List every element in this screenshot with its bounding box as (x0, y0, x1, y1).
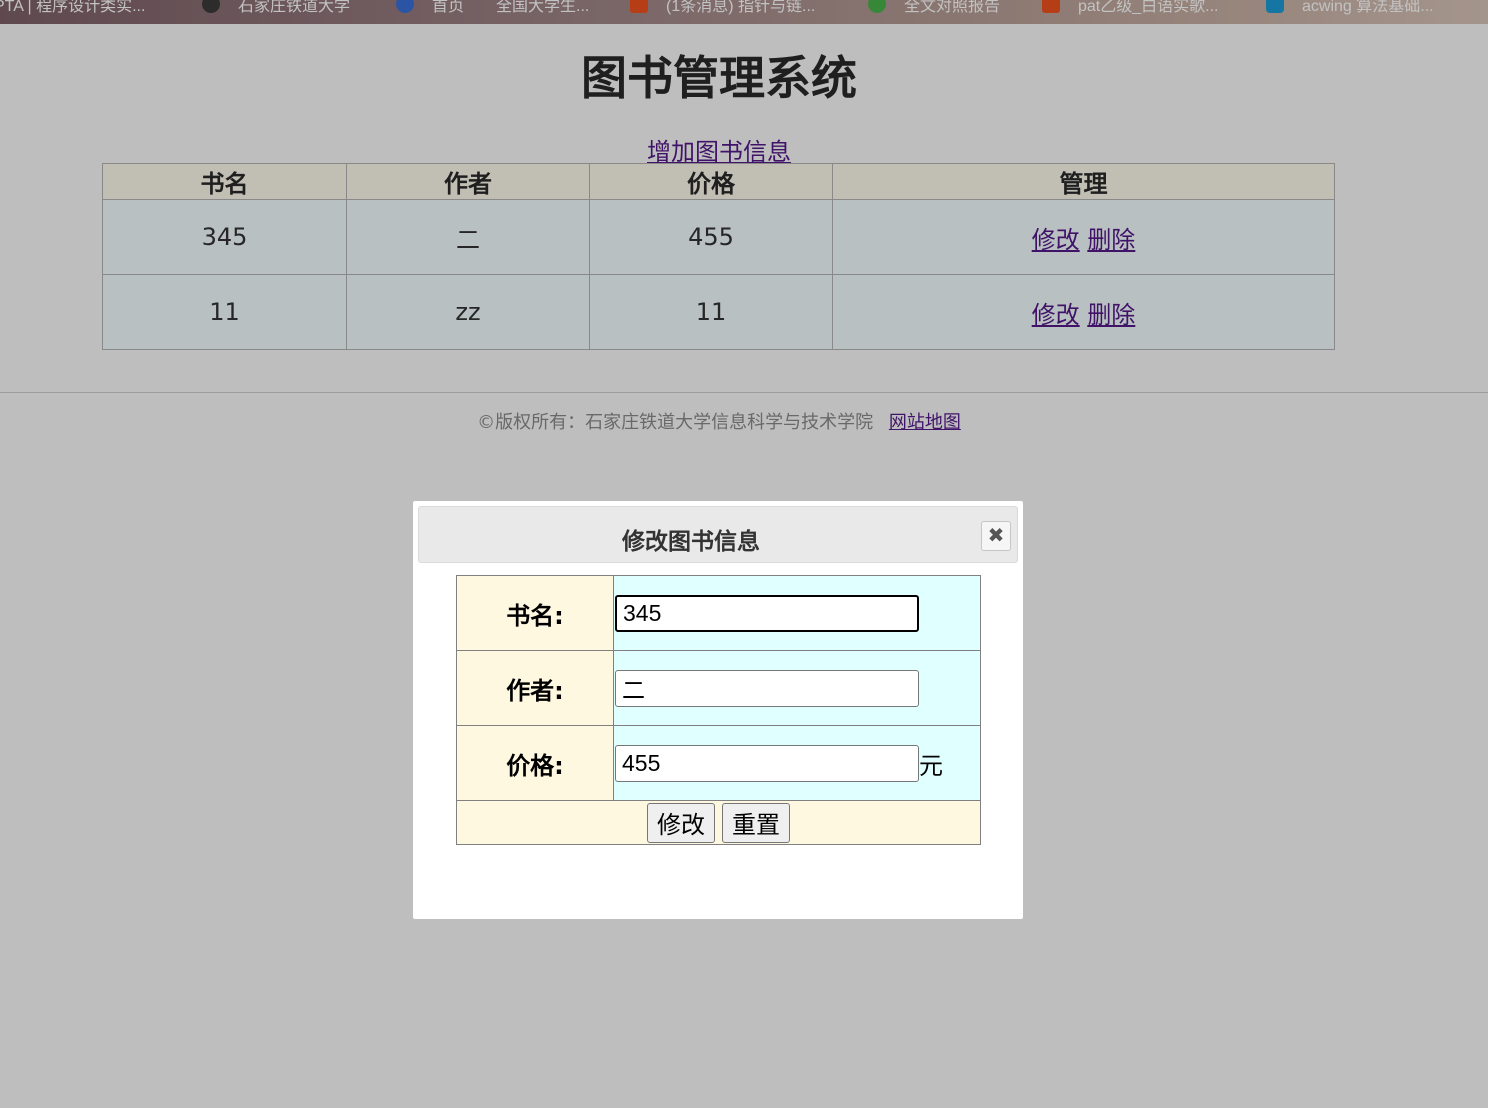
author-input[interactable] (615, 669, 919, 707)
price-input[interactable] (615, 744, 919, 782)
form-row-name: 书名: (456, 575, 981, 651)
dialog-titlebar[interactable]: 修改图书信息 ✖ (418, 506, 1018, 563)
name-cell (613, 575, 981, 651)
close-icon[interactable]: ✖ (981, 521, 1011, 551)
price-label: 价格: (456, 725, 614, 801)
edit-book-dialog: 修改图书信息 ✖ 书名: 作者: 价格: 元 修改 重置 (413, 501, 1023, 919)
edit-form: 书名: 作者: 价格: 元 修改 重置 (456, 575, 981, 845)
name-label: 书名: (456, 575, 614, 651)
price-unit: 元 (919, 751, 943, 780)
price-cell: 元 (613, 725, 981, 801)
dialog-title: 修改图书信息 (622, 529, 760, 555)
form-row-price: 价格: 元 (456, 725, 981, 801)
submit-button[interactable]: 修改 (646, 802, 715, 843)
name-input[interactable] (615, 594, 919, 632)
author-cell (613, 650, 981, 726)
buttons-cell: 修改 重置 (456, 800, 981, 845)
author-label: 作者: (456, 650, 614, 726)
reset-button[interactable]: 重置 (722, 802, 791, 843)
form-row-author: 作者: (456, 650, 981, 726)
form-row-buttons: 修改 重置 (456, 800, 981, 845)
